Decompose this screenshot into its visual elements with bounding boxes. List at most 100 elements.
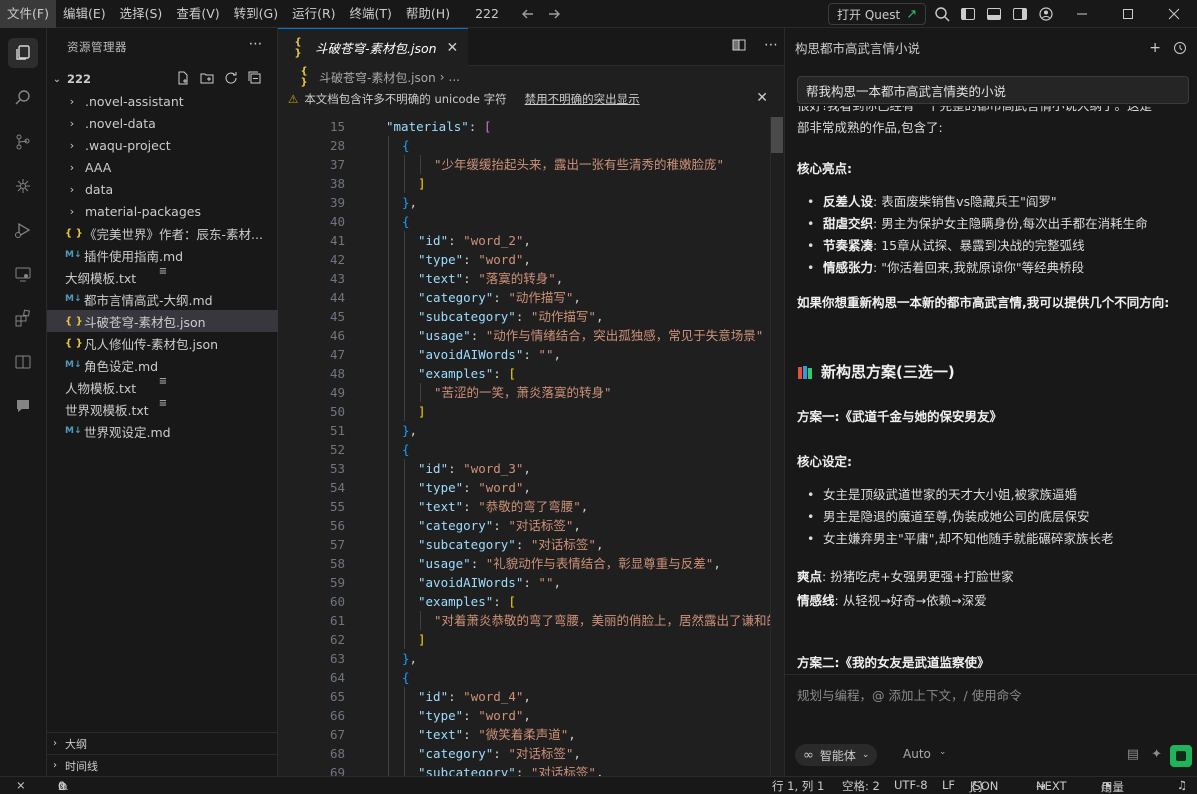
forward-arrow-icon[interactable] bbox=[541, 0, 567, 28]
workspace-folder-row[interactable]: ⌄ 222 bbox=[47, 68, 278, 90]
code-editor[interactable]: 15 "materials": [28 {37 "少年缓缓抬起头来，露出一张有些清秀的… bbox=[278, 117, 784, 776]
new-file-icon[interactable] bbox=[176, 71, 190, 85]
indent-guide bbox=[404, 345, 405, 364]
source-control-icon[interactable] bbox=[8, 127, 38, 157]
tab-active-file[interactable]: { } 斗破苍穹-素材包.json ✕ bbox=[278, 28, 469, 66]
refresh-icon[interactable] bbox=[224, 71, 238, 85]
line-number: 42 bbox=[329, 252, 345, 267]
indent-guide bbox=[388, 174, 389, 193]
tree-file[interactable]: { } 凡人修仙传-素材包.json bbox=[47, 332, 278, 354]
open-quest-button[interactable]: 打开 Quest ↗ bbox=[828, 3, 927, 25]
remote-icon[interactable]: ⨯ bbox=[16, 778, 26, 792]
tree-file[interactable]: { } 《完美世界》作者：辰东-素材... bbox=[47, 222, 278, 244]
tree-file[interactable]: ≡ 世界观模板.txt bbox=[47, 398, 278, 420]
highlight-label: 反差人设 bbox=[823, 194, 874, 209]
tree-folder[interactable]: › .waqu-project bbox=[47, 134, 278, 156]
close-tab-icon[interactable]: ✕ bbox=[447, 40, 459, 56]
close-banner-icon[interactable]: ✕ bbox=[756, 90, 768, 106]
more-actions-icon[interactable]: ⋯ bbox=[249, 36, 264, 52]
code-token: , bbox=[409, 423, 418, 438]
extensions-icon[interactable] bbox=[8, 303, 38, 333]
line-number: 67 bbox=[329, 727, 345, 742]
tree-folder[interactable]: › data bbox=[47, 178, 278, 200]
scrollbar-thumb[interactable] bbox=[771, 117, 783, 153]
tree-file[interactable]: M↓ 世界观设定.md bbox=[47, 420, 278, 442]
breadcrumb-file[interactable]: 斗破苍穹-素材包.json bbox=[319, 69, 436, 86]
encoding[interactable]: UTF-8 bbox=[894, 778, 928, 792]
new-chat-icon[interactable]: + bbox=[1149, 40, 1161, 56]
model-label: Auto bbox=[903, 747, 931, 761]
book-icon[interactable] bbox=[8, 347, 38, 377]
chevron-right-icon: › bbox=[53, 738, 57, 749]
new-folder-icon[interactable] bbox=[200, 71, 214, 85]
menu-item[interactable]: 编辑(E) bbox=[56, 0, 113, 28]
model-select[interactable]: Auto ⌄ bbox=[903, 747, 946, 761]
notification-icon[interactable]: ♫ bbox=[1177, 778, 1187, 792]
tree-folder[interactable]: › .novel-data bbox=[47, 112, 278, 134]
chevron-down-icon: ⌄ bbox=[938, 747, 947, 757]
stop-button[interactable] bbox=[1170, 745, 1192, 767]
run-debug-icon[interactable] bbox=[8, 215, 38, 245]
tree-folder[interactable]: › .novel-assistant bbox=[47, 90, 278, 112]
account-icon[interactable] bbox=[1036, 4, 1056, 24]
split-editor-icon[interactable] bbox=[732, 38, 746, 52]
code-token: : bbox=[523, 347, 539, 362]
history-icon[interactable] bbox=[1173, 40, 1187, 56]
toggle-sidebar-icon[interactable] bbox=[958, 4, 978, 24]
cursor-position[interactable]: 行 1, 列 1 bbox=[772, 778, 824, 794]
outline-section[interactable]: › 大纲 bbox=[47, 732, 278, 754]
tree-file[interactable]: ≡ 大纲模板.txt bbox=[47, 266, 278, 288]
sparkle-icon[interactable]: ✦ bbox=[1151, 747, 1162, 762]
tree-item-label: .novel-data bbox=[85, 115, 156, 131]
indent-guide bbox=[388, 345, 389, 364]
collapse-all-icon[interactable] bbox=[248, 71, 262, 85]
agent-mode-select[interactable]: ∞ 智能体 ⌄ bbox=[795, 744, 878, 766]
remote-explorer-icon[interactable] bbox=[8, 259, 38, 289]
tree-file[interactable]: M↓ 角色设定.md bbox=[47, 354, 278, 376]
tree-file[interactable]: { } 斗破苍穹-素材包.json bbox=[47, 310, 278, 332]
close-icon[interactable] bbox=[1151, 0, 1197, 28]
code-line: 66 "type": "word", bbox=[278, 706, 784, 725]
highlight-text: : 表面废柴销售vs隐藏兵王"阎罗" bbox=[873, 194, 1057, 209]
indent-guide bbox=[388, 440, 389, 459]
tree-file[interactable]: ≡ 人物模板.txt bbox=[47, 376, 278, 398]
disable-highlight-link[interactable]: 禁用不明确的突出显示 bbox=[525, 91, 640, 107]
activity-bar bbox=[0, 28, 47, 776]
tree-item-label: data bbox=[85, 181, 114, 197]
timeline-section[interactable]: › 时间线 bbox=[47, 754, 278, 776]
tree-file[interactable]: M↓ 都市言情高武-大纲.md bbox=[47, 288, 278, 310]
outline-section-label: 大纲 bbox=[65, 737, 87, 751]
indent-guide bbox=[388, 155, 389, 174]
highlight-item: 反差人设: 表面废柴销售vs隐藏兵王"阎罗" bbox=[797, 191, 1189, 213]
more-actions-icon[interactable]: ⋯ bbox=[764, 38, 778, 52]
toggle-panel-icon[interactable] bbox=[984, 4, 1004, 24]
tree-folder[interactable]: › material-packages bbox=[47, 200, 278, 222]
minimize-icon[interactable] bbox=[1059, 0, 1105, 28]
explorer-icon[interactable] bbox=[8, 38, 38, 68]
menu-item[interactable]: 终端(T) bbox=[343, 0, 399, 28]
chat-icon[interactable] bbox=[8, 391, 38, 421]
menu-item[interactable]: 文件(F) bbox=[0, 0, 56, 28]
line-ending[interactable]: LF bbox=[942, 778, 955, 792]
maximize-icon[interactable] bbox=[1105, 0, 1151, 28]
indent-setting[interactable]: 空格: 2 bbox=[842, 778, 880, 794]
menu-item[interactable]: 转到(G) bbox=[227, 0, 285, 28]
toggle-secondary-sidebar-icon[interactable] bbox=[1010, 4, 1030, 24]
back-arrow-icon[interactable] bbox=[515, 0, 541, 28]
menu-item[interactable]: 选择(S) bbox=[113, 0, 170, 28]
code-token: "subcategory" bbox=[418, 765, 516, 776]
vertical-scrollbar[interactable] bbox=[770, 117, 784, 776]
attach-icon[interactable]: ▤ bbox=[1127, 747, 1139, 762]
search-icon[interactable] bbox=[932, 4, 952, 24]
search-icon[interactable] bbox=[8, 83, 38, 113]
breadcrumb-more[interactable]: ... bbox=[449, 70, 460, 84]
extension-icon[interactable] bbox=[8, 171, 38, 201]
menu-item[interactable]: 帮助(H) bbox=[399, 0, 457, 28]
chevron-right-icon: › bbox=[69, 94, 75, 108]
tree-file[interactable]: M↓ 插件使用指南.md bbox=[47, 244, 278, 266]
menu-item[interactable]: 运行(R) bbox=[285, 0, 342, 28]
indent-guide bbox=[404, 459, 405, 478]
chat-input[interactable]: 规划与编程，@ 添加上下文，/ 使用命令 ∞ 智能体 ⌄ Auto ⌄ ▤ ✦ bbox=[785, 674, 1197, 776]
tree-folder[interactable]: › AAA bbox=[47, 156, 278, 178]
menu-item[interactable]: 查看(V) bbox=[169, 0, 226, 28]
